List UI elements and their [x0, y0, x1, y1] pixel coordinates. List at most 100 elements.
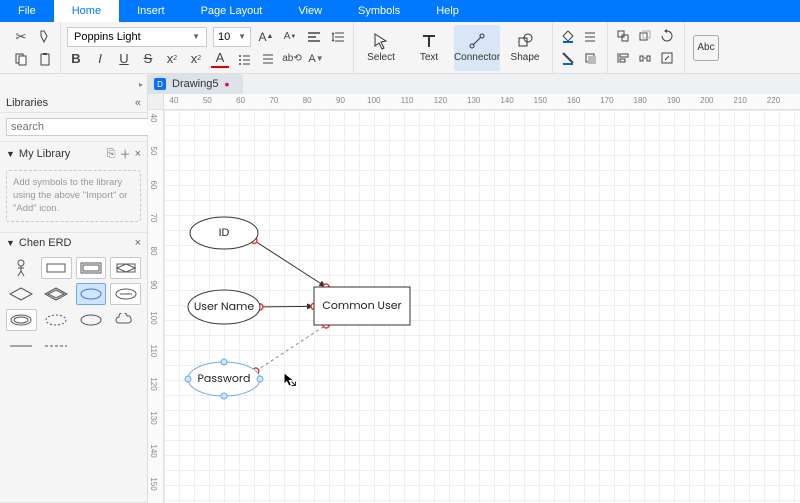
menu-page-layout[interactable]: Page Layout [183, 0, 281, 22]
bring-front-icon[interactable] [636, 27, 654, 45]
font-size-value: 10 [218, 31, 230, 43]
stencil-relationship[interactable] [6, 283, 37, 305]
node-id[interactable]: ID [190, 217, 258, 249]
align-icon[interactable] [614, 49, 632, 67]
stencil-multi-attribute[interactable] [6, 309, 37, 331]
diagram-svg: ID User Name Password Common User [164, 110, 800, 503]
line-style-icon[interactable] [581, 27, 599, 45]
tool-text[interactable]: Text [406, 25, 452, 71]
theme-preview-label: Abc [697, 42, 714, 53]
search-input[interactable] [6, 118, 158, 136]
copy-icon[interactable] [12, 50, 30, 68]
menu-symbols[interactable]: Symbols [340, 0, 418, 22]
document-icon: D [154, 78, 166, 90]
connector-id-commonuser[interactable] [254, 240, 326, 287]
sidebar: Libraries « 🔍 ▼My Library ⎘ ＋ × Add symb… [0, 94, 148, 503]
size-icon[interactable] [658, 49, 676, 67]
stencil-actor[interactable] [6, 257, 37, 279]
ribbon-group-font: Poppins Light ▼ 10 ▼ A▲ A▼ B I U S x2 x2… [61, 22, 354, 73]
underline-icon[interactable]: U [115, 50, 133, 68]
library-section-mylib: ▼My Library ⎘ ＋ × Add symbols to the lib… [0, 142, 147, 233]
document-tab[interactable]: D Drawing5 • [148, 74, 243, 94]
fill-color-icon[interactable] [559, 27, 577, 45]
close-icon[interactable]: × [135, 237, 141, 249]
canvas[interactable]: ID User Name Password Common User [164, 110, 800, 503]
strike-icon[interactable]: S [139, 50, 157, 68]
line-spacing-icon[interactable] [329, 28, 347, 46]
font-color-icon[interactable]: A [211, 50, 229, 68]
stencil-dash-line[interactable] [41, 335, 72, 357]
connector-username-commonuser[interactable] [260, 306, 314, 307]
ruler-h-tick: 170 [600, 96, 613, 105]
stencil-cloud[interactable] [110, 309, 141, 331]
shadow-icon[interactable] [581, 49, 599, 67]
ruler-v-tick: 80 [149, 247, 158, 256]
italic-icon[interactable]: I [91, 50, 109, 68]
stencil-weak-entity[interactable] [76, 257, 107, 279]
library-title-mylib[interactable]: ▼My Library ⎘ ＋ × [0, 142, 147, 166]
bullets-icon[interactable] [235, 50, 253, 68]
grow-font-icon[interactable]: A▲ [257, 28, 275, 46]
ruler-h-tick: 220 [767, 96, 780, 105]
canvas-area: 4050607080901001101201301401501601701801… [148, 94, 800, 503]
node-label: ID [219, 224, 230, 240]
stencil-derived-attribute[interactable] [41, 309, 72, 331]
ribbon: ✂ Poppins Light ▼ 10 ▼ A▲ A▼ [0, 22, 800, 74]
theme-preview[interactable]: Abc [693, 35, 719, 61]
stencil-weak-relationship[interactable] [41, 283, 72, 305]
tool-select[interactable]: Select [358, 25, 404, 71]
stencil-key-attribute[interactable] [110, 283, 141, 305]
import-icon[interactable]: ⎘ [107, 148, 116, 161]
group-icon[interactable] [614, 27, 632, 45]
menu-file[interactable]: File [0, 0, 54, 22]
chevron-right-icon[interactable]: ▸ [139, 80, 143, 89]
paste-icon[interactable] [36, 50, 54, 68]
tool-label: Shape [511, 52, 540, 63]
node-password[interactable]: Password [185, 359, 263, 399]
ruler-h-tick: 80 [303, 96, 312, 105]
menu-help[interactable]: Help [418, 0, 477, 22]
format-painter-icon[interactable] [36, 28, 54, 46]
document-tab-strip: ▸ D Drawing5 • [0, 74, 800, 94]
menu-home[interactable]: Home [54, 0, 119, 22]
collapse-sidebar-icon[interactable]: « [135, 97, 141, 109]
close-icon[interactable]: × [135, 148, 141, 160]
ruler-v-tick: 110 [149, 345, 158, 358]
ruler-v-tick: 140 [149, 444, 158, 457]
align-h-icon[interactable] [259, 50, 277, 68]
bold-icon[interactable]: B [67, 50, 85, 68]
stencil-entity[interactable] [41, 257, 72, 279]
ruler-v-tick: 40 [149, 114, 158, 123]
distribute-icon[interactable] [636, 49, 654, 67]
shrink-font-icon[interactable]: A▼ [281, 28, 299, 46]
superscript-icon[interactable]: x2 [187, 50, 205, 68]
node-commonuser[interactable]: Common User [314, 287, 410, 325]
stencil-line[interactable] [6, 335, 37, 357]
font-size-select[interactable]: 10 ▼ [213, 27, 251, 47]
add-icon[interactable]: ＋ [120, 146, 131, 162]
rotate-icon[interactable] [658, 27, 676, 45]
ruler-h-tick: 90 [336, 96, 345, 105]
align-left-icon[interactable] [305, 28, 323, 46]
library-title-chen[interactable]: ▼Chen ERD × [0, 233, 147, 253]
ruler-h-tick: 130 [467, 96, 480, 105]
node-username[interactable]: User Name [188, 290, 260, 324]
font-select[interactable]: Poppins Light ▼ [67, 27, 207, 47]
line-color-icon[interactable] [559, 49, 577, 67]
change-case-icon[interactable]: A▼ [307, 50, 325, 68]
tool-connector[interactable]: Connector [454, 25, 500, 71]
ruler-horizontal: 4050607080901001101201301401501601701801… [164, 94, 800, 110]
stencil-attribute[interactable] [76, 283, 107, 305]
stencil-assoc-entity[interactable] [110, 257, 141, 279]
tab-strip-spacer: ▸ [0, 74, 148, 94]
subscript-icon[interactable]: x2 [163, 50, 181, 68]
menu-insert[interactable]: Insert [119, 0, 183, 22]
stencil-ellipse-plain[interactable] [76, 309, 107, 331]
menubar: File Home Insert Page Layout View Symbol… [0, 0, 800, 22]
text-direction-icon[interactable]: ab⟲ [283, 50, 301, 68]
cut-icon[interactable]: ✂ [12, 28, 30, 46]
sidebar-header: Libraries « [0, 94, 147, 113]
connector-password-commonuser[interactable] [256, 325, 326, 371]
tool-shape[interactable]: Shape [502, 25, 548, 71]
menu-view[interactable]: View [280, 0, 340, 22]
